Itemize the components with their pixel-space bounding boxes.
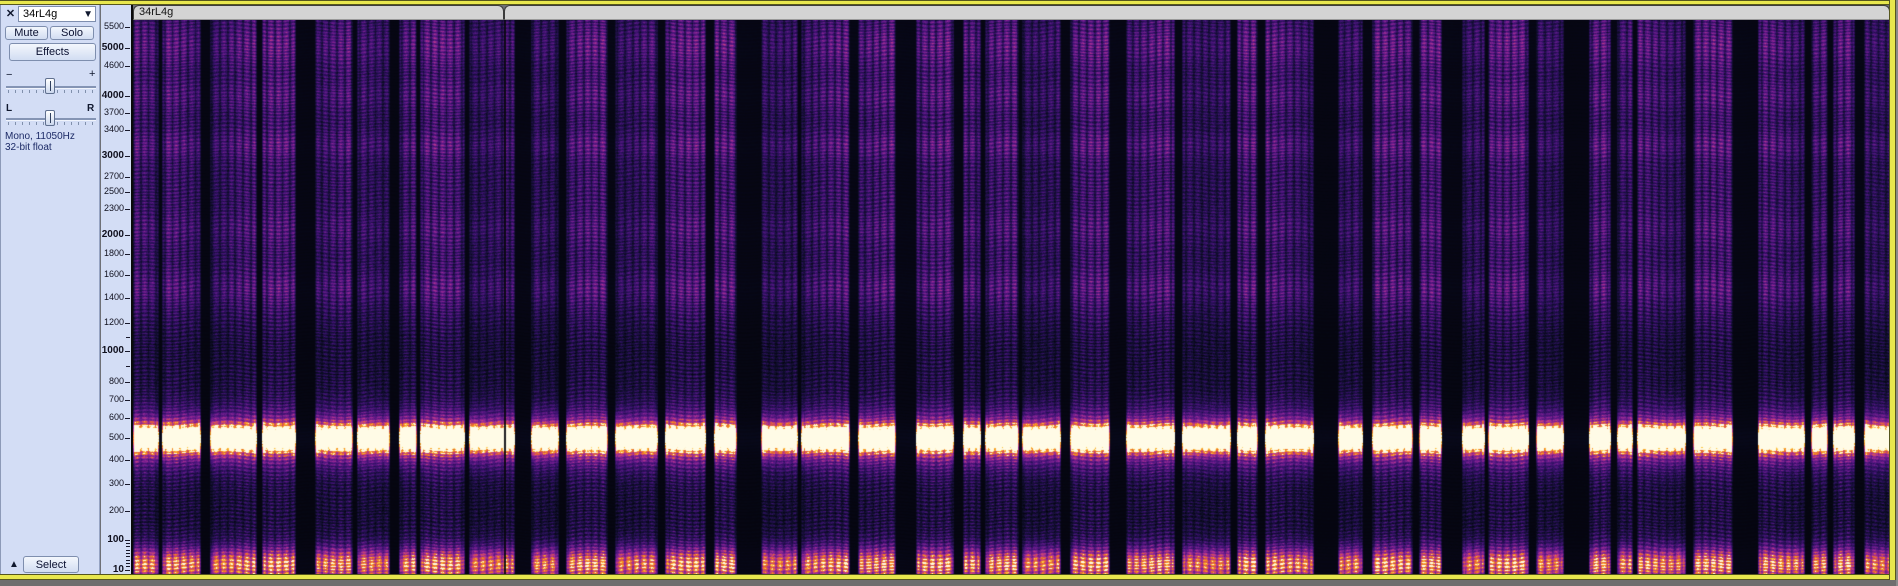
ruler-label-100: 100 bbox=[107, 534, 124, 546]
ruler-label-1800: 1800 bbox=[103, 248, 124, 259]
ruler-tick bbox=[125, 156, 130, 158]
ruler-tick bbox=[125, 47, 130, 49]
ruler-label-1000: 1000 bbox=[101, 345, 124, 357]
track-bitdepth-info: 32-bit float bbox=[5, 142, 52, 153]
pan-slider-thumb[interactable] bbox=[45, 110, 55, 126]
ruler-label-1400: 1400 bbox=[103, 292, 124, 303]
ruler-tick bbox=[125, 460, 130, 462]
ruler-label-2000: 2000 bbox=[101, 229, 124, 241]
ruler-minor-tick bbox=[126, 366, 130, 368]
ruler-tick bbox=[125, 275, 130, 277]
ruler-label-3400: 3400 bbox=[103, 124, 124, 135]
collapse-track-button[interactable]: ▲ bbox=[6, 557, 22, 573]
ruler-tick bbox=[125, 65, 130, 67]
ruler-label-2500: 2500 bbox=[103, 186, 124, 197]
ruler-tick bbox=[125, 540, 130, 542]
pan-right-label: R bbox=[87, 103, 95, 114]
ruler-tick bbox=[125, 298, 130, 300]
ruler-label-500: 500 bbox=[108, 432, 124, 443]
gain-plus-label: + bbox=[89, 68, 96, 80]
thumb-notch bbox=[50, 113, 51, 123]
ruler-tick bbox=[125, 399, 130, 401]
track-header: ✕ 34rL4g ▼ bbox=[1, 6, 99, 23]
ruler-label-700: 700 bbox=[108, 393, 124, 404]
ruler-tick bbox=[125, 510, 130, 512]
ruler-label-5000: 5000 bbox=[101, 41, 124, 53]
ruler-minor-tick bbox=[126, 563, 130, 565]
ruler-tick bbox=[125, 192, 130, 194]
ruler-tick bbox=[125, 351, 130, 353]
track-format-info: Mono, 11050Hz bbox=[5, 131, 75, 142]
ruler-tick bbox=[125, 235, 130, 237]
collapse-arrow-icon: ▲ bbox=[9, 559, 19, 570]
ruler-label-3700: 3700 bbox=[103, 106, 124, 117]
gain-minus-label: − bbox=[6, 69, 13, 81]
ruler-tick bbox=[125, 484, 130, 486]
ruler-minor-tick bbox=[126, 546, 130, 548]
gain-slider-thumb[interactable] bbox=[45, 78, 55, 94]
ruler-label-2300: 2300 bbox=[103, 202, 124, 213]
clip-titlebar-2[interactable] bbox=[504, 5, 1890, 20]
solo-button[interactable]: Solo bbox=[50, 26, 94, 40]
ruler-tick bbox=[125, 26, 130, 28]
ruler-tick bbox=[125, 570, 130, 571]
ruler-minor-tick bbox=[126, 336, 130, 338]
ruler-label-200: 200 bbox=[108, 504, 124, 515]
spectrogram-canvas[interactable] bbox=[133, 20, 1890, 575]
audacity-track-view: 34rL4g ✕ 34rL4g ▼ Mute Solo Effects − + … bbox=[0, 0, 1898, 586]
clip-title: 34rL4g bbox=[139, 6, 174, 18]
ruler-tick bbox=[125, 323, 130, 325]
ruler-label-800: 800 bbox=[108, 376, 124, 387]
chevron-down-icon: ▼ bbox=[83, 9, 93, 20]
ruler-label-4600: 4600 bbox=[103, 59, 124, 70]
effects-button[interactable]: Effects bbox=[9, 43, 96, 61]
close-track-button[interactable]: ✕ bbox=[4, 7, 17, 21]
ruler-tick bbox=[125, 177, 130, 179]
track-control-panel: ✕ 34rL4g ▼ Mute Solo Effects − + L R Mon… bbox=[0, 5, 100, 575]
ruler-label-600: 600 bbox=[108, 412, 124, 423]
ruler-tick bbox=[125, 96, 130, 98]
ruler-label-300: 300 bbox=[108, 478, 124, 489]
track-name-text: 34rL4g bbox=[23, 8, 58, 20]
frequency-ruler[interactable]: 5500 5000 4600 4000 3700 3400 3000 2700 2500 2300… bbox=[101, 5, 133, 575]
ruler-tick bbox=[125, 130, 130, 132]
ruler-tick bbox=[125, 112, 130, 114]
pan-left-label: L bbox=[6, 103, 13, 114]
ruler-label-1600: 1600 bbox=[103, 269, 124, 280]
area-below-track bbox=[0, 580, 1898, 586]
ruler-label-3000: 3000 bbox=[101, 150, 124, 162]
ruler-tick bbox=[125, 418, 130, 420]
focus-border-edge bbox=[0, 4, 1898, 5]
ruler-label-2700: 2700 bbox=[103, 171, 124, 182]
select-button[interactable]: Select bbox=[23, 556, 79, 573]
thumb-notch bbox=[50, 81, 51, 91]
ruler-label-5500: 5500 bbox=[103, 20, 124, 31]
ruler-minor-tick bbox=[126, 566, 130, 568]
track-name-field[interactable]: 34rL4g ▼ bbox=[18, 6, 96, 22]
mute-button[interactable]: Mute bbox=[5, 26, 48, 40]
ruler-tick bbox=[125, 382, 130, 384]
ruler-tick bbox=[125, 208, 130, 210]
ruler-tick bbox=[125, 438, 130, 440]
close-icon: ✕ bbox=[5, 8, 16, 20]
ruler-minor-tick bbox=[126, 559, 130, 561]
ruler-minor-tick bbox=[126, 543, 130, 545]
ruler-label-400: 400 bbox=[108, 454, 124, 465]
clip-titlebar-1[interactable]: 34rL4g bbox=[133, 5, 504, 20]
ruler-label-1200: 1200 bbox=[103, 317, 124, 328]
ruler-minor-tick bbox=[126, 549, 130, 551]
ruler-minor-tick bbox=[126, 552, 130, 554]
ruler-label-4000: 4000 bbox=[101, 90, 124, 102]
ruler-minor-tick bbox=[126, 556, 130, 558]
ruler-tick bbox=[125, 254, 130, 256]
